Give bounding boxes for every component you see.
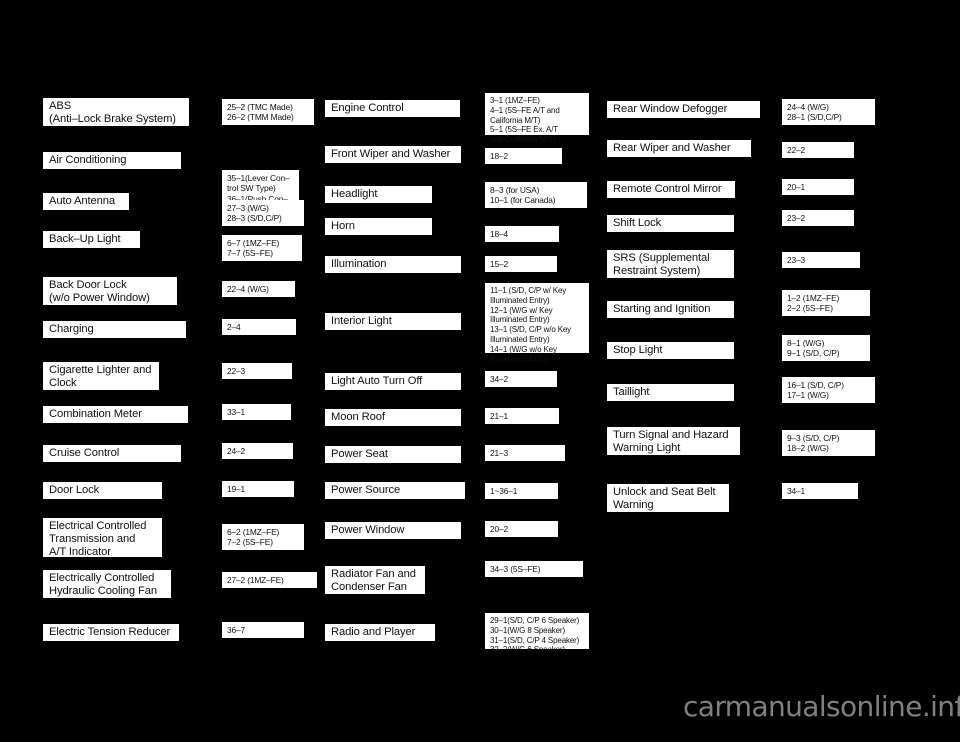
reference-code-box: 22–4 (W/G) [222,281,295,297]
system-name-box: Headlight [325,186,432,203]
reference-code-box: 9–3 (S/D, C/P) 18–2 (W/G) [782,430,875,456]
system-name-box: Back Door Lock (w/o Power Window) [43,277,177,305]
reference-code-box: 16–1 (S/D, C/P) 17–1 (W/G) [782,377,875,403]
reference-code-box: 11–1 (S/D, C/P w/ Key Illuminated Entry)… [485,283,589,363]
system-name-box: Shift Lock [607,215,734,232]
reference-code-box: 22–2 [782,142,854,158]
reference-code-box: 36–7 [222,622,304,638]
reference-code-box: 24–2 [222,443,293,459]
system-name-box: Electrical Controlled Transmission and A… [43,518,162,558]
reference-code-box: 29–1(S/D, C/P 6 Speaker) 30–1(W/G 8 Spea… [485,613,589,654]
system-name-box: Power Source [325,482,465,499]
reference-code-box: 24–4 (W/G) 28–1 (S/D,C/P) [782,99,875,125]
reference-code-box: 34–1 [782,483,858,499]
system-name-box: Stop Light [607,342,734,359]
system-name-box: Electric Tension Reducer [43,624,179,641]
system-name-box: Interior Light [325,313,461,330]
system-name-box: Radio and Player [325,624,435,641]
reference-code-box: 15–2 [485,256,557,272]
reference-code-box: 6–7 (1MZ–FE) 7–7 (5S–FE) [222,235,302,261]
system-name-box: Illumination [325,256,461,273]
reference-code-box: 23–3 [782,252,860,268]
reference-code-box: 1~36–1 [485,483,558,499]
system-name-box: Charging [43,321,186,338]
system-name-box: ABS (Anti–Lock Brake System) [43,98,189,126]
reference-code-box: 27–2 (1MZ–FE) [222,572,317,588]
system-name-box: Back–Up Light [43,231,140,248]
system-name-box: Light Auto Turn Off [325,373,461,390]
system-name-box: Front Wiper and Washer [325,146,461,163]
reference-code-box: 3–1 (1MZ–FE) 4–1 (5S–FE A/T and Californ… [485,93,589,144]
system-name-box: Cigarette Lighter and Clock [43,362,159,390]
reference-code-box: 22–3 [222,363,292,379]
watermark: carmanualsonline.info [683,690,960,723]
system-name-box: SRS (Supplemental Restraint System) [607,250,734,278]
system-name-box: Door Lock [43,482,162,499]
reference-code-box: 8–3 (for USA) 10–1 (for Canada) [485,182,587,208]
system-name-box: Engine Control [325,100,460,117]
reference-code-box: 21–3 [485,445,565,461]
system-name-box: Taillight [607,384,734,401]
system-name-box: Moon Roof [325,409,461,426]
system-name-box: Power Window [325,522,461,539]
reference-code-box: 2–4 [222,319,296,335]
system-name-box: Electrically Controlled Hydraulic Coolin… [43,570,171,598]
system-name-box: Remote Control Mirror [607,181,735,198]
system-name-box: Combination Meter [43,406,188,423]
system-name-box: Starting and Ignition [607,301,734,318]
system-name-box: Unlock and Seat Belt Warning [607,484,729,512]
reference-code-box: 20–1 [782,179,854,195]
system-name-box: Rear Window Defogger [607,101,760,118]
system-name-box: Horn [325,218,432,235]
reference-code-box: 25–2 (TMC Made) 26–2 (TMM Made) [222,99,314,125]
system-name-box: Turn Signal and Hazard Warning Light [607,427,740,455]
reference-code-box: 19–1 [222,481,294,497]
reference-code-box: 21–1 [485,408,559,424]
reference-code-box: 8–1 (W/G) 9–1 (S/D, C/P) [782,335,870,361]
manual-page: ABS (Anti–Lock Brake System) Air Conditio… [0,0,960,742]
system-name-box: Air Conditioning [43,152,181,169]
reference-code-box: 1–2 (1MZ–FE) 2–2 (5S–FE) [782,290,870,316]
reference-code-box: 27–3 (W/G) 28–3 (S/D,C/P) [222,200,304,226]
system-name-box: Radiator Fan and Condenser Fan [325,566,425,594]
system-name-box: Power Seat [325,446,461,463]
reference-code-box: 34–2 [485,371,557,387]
reference-code-box: 20–2 [485,521,558,537]
system-name-box: Auto Antenna [43,193,129,210]
reference-code-box: 33–1 [222,404,291,420]
reference-code-box: 34–3 (5S–FE) [485,561,583,577]
system-name-box: Rear Wiper and Washer [607,140,751,157]
system-name-box: Cruise Control [43,445,181,462]
reference-code-box: 6–2 (1MZ–FE) 7–2 (5S–FE) [222,524,304,550]
reference-code-box: 18–2 [485,148,562,164]
reference-code-box: 23–2 [782,210,854,226]
reference-code-box: 18–4 [485,226,559,242]
